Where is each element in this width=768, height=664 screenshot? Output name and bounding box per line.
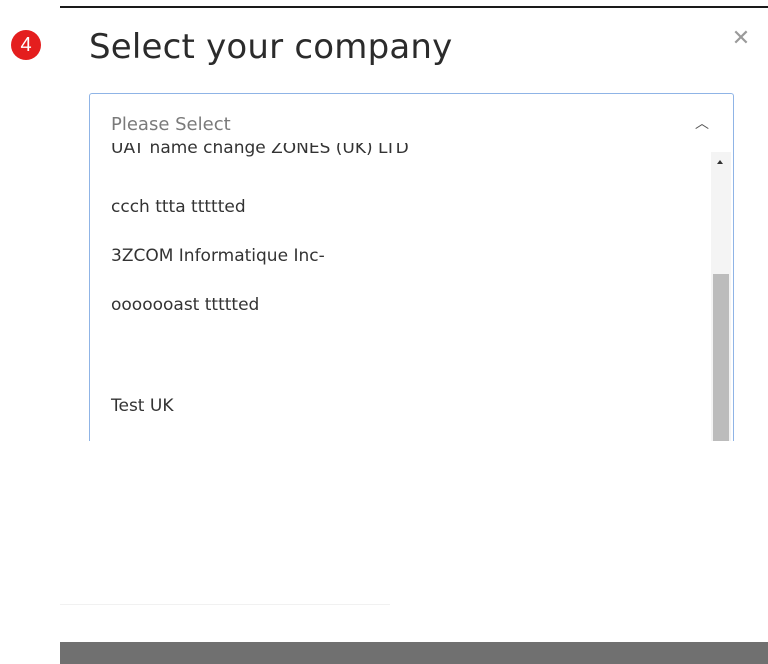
footer-divider xyxy=(60,604,390,605)
option-item[interactable]: UAT name change ZONES (UK) LTD xyxy=(111,143,409,158)
option-item[interactable]: 3ZCOM Informatique Inc- xyxy=(111,246,325,266)
company-select[interactable]: Please Select ︿ UAT name change ZONES (U… xyxy=(89,93,734,441)
select-placeholder: Please Select xyxy=(111,114,231,135)
scroll-up-arrow-icon[interactable] xyxy=(717,160,723,164)
options-scrollbar[interactable] xyxy=(711,152,731,441)
step-number-badge: 4 xyxy=(11,30,41,60)
chevron-up-icon[interactable]: ︿ xyxy=(693,114,711,132)
scroll-thumb[interactable] xyxy=(713,274,729,441)
option-item[interactable]: Test UK xyxy=(111,396,173,416)
top-divider xyxy=(60,6,768,8)
footer-bar xyxy=(60,642,768,664)
options-list[interactable]: UAT name change ZONES (UK) LTD ccch ttta… xyxy=(90,143,710,441)
select-header[interactable]: Please Select ︿ xyxy=(90,94,733,150)
close-icon[interactable]: ✕ xyxy=(729,26,753,50)
option-item[interactable]: ccch ttta ttttted xyxy=(111,197,246,217)
option-item[interactable]: ooooooast ttttted xyxy=(111,295,259,315)
dialog-title: Select your company xyxy=(89,27,453,67)
